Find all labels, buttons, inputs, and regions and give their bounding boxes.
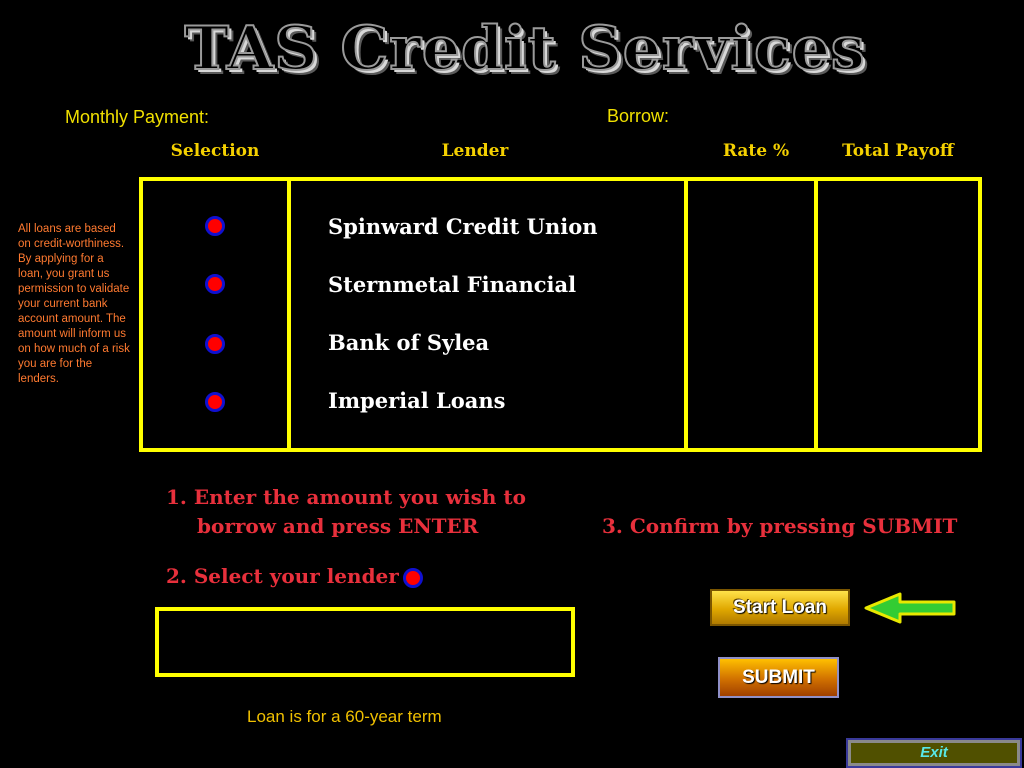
header-total-payoff: Total Payoff [842,141,954,161]
lender-radio-imperial[interactable] [205,392,225,412]
lender-name: Imperial Loans [328,388,506,413]
header-lender: Lender [441,141,509,161]
lender-radio-spinward[interactable] [205,216,225,236]
step-2: 2. Select your lender [166,564,399,588]
column-divider [814,177,818,452]
step-3: 3. Confirm by pressing SUBMIT [602,514,958,538]
lender-name: Sternmetal Financial [328,272,577,297]
selected-lender-indicator [403,568,423,588]
column-divider [287,177,291,452]
borrow-label: Borrow: [607,106,670,126]
borrow-amount-input[interactable] [155,607,575,677]
loan-term-note: Loan is for a 60-year term [247,707,442,726]
submit-button[interactable]: SUBMIT [718,657,839,698]
header-selection: Selection [170,141,260,161]
lender-name: Bank of Sylea [328,330,490,355]
monthly-payment-label: Monthly Payment: [65,107,210,127]
lender-radio-sternmetal[interactable] [205,274,225,294]
lender-name: Spinward Credit Union [328,214,598,239]
app-title: TAS Credit Services [183,13,866,85]
step-1-line-2: borrow and press ENTER [197,514,479,538]
exit-button[interactable]: Exit [846,738,1022,768]
step-1-line-1: 1. Enter the amount you wish to [166,485,526,509]
column-divider [684,177,688,452]
lender-radio-sylea[interactable] [205,334,225,354]
header-rate: Rate % [722,141,790,161]
arrow-left-icon [864,592,956,624]
credit-disclaimer: All loans are based on credit-worthiness… [18,223,130,385]
start-loan-button[interactable]: Start Loan [710,589,850,626]
